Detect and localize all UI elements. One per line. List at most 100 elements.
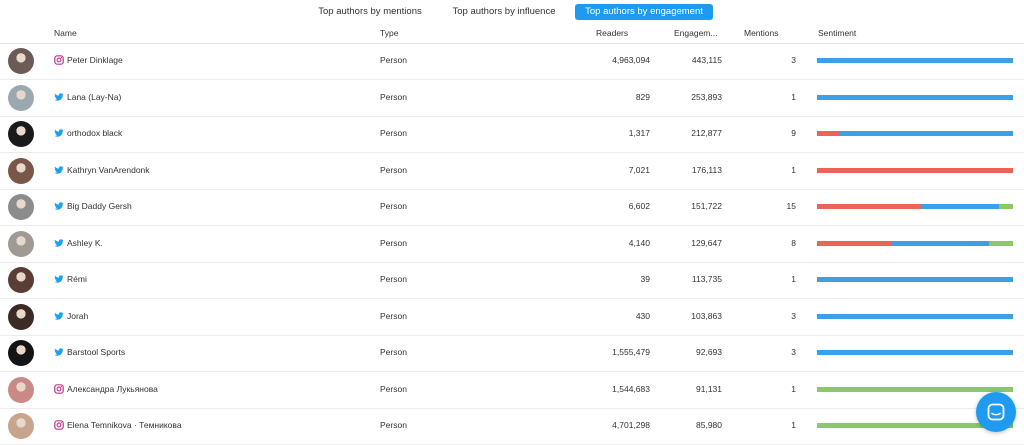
mentions-count: 9: [791, 128, 796, 138]
sentiment-neutral-segment: [817, 313, 1013, 319]
mentions-count: 3: [791, 347, 796, 357]
engagement-count: 113,735: [691, 274, 722, 284]
sentiment-positive-segment: [817, 386, 1013, 392]
table-row[interactable]: Big Daddy Gersh Person 6,602 151,722 15: [0, 189, 1024, 226]
column-header-name[interactable]: Name: [54, 28, 77, 38]
avatar[interactable]: [8, 230, 34, 257]
engagement-count: 91,131: [696, 383, 722, 394]
sentiment-bar[interactable]: [817, 58, 1013, 63]
author-name[interactable]: Александра Лукьянова: [67, 384, 158, 394]
author-type: Person: [380, 128, 407, 138]
author-name[interactable]: Lana (Lay-Na): [67, 92, 121, 102]
table-row[interactable]: Peter Dinklage Person 4,963,094 443,115 3: [0, 43, 1024, 80]
table-row[interactable]: Ashley K. Person 4,140 129,647 8: [0, 226, 1024, 263]
readers-count: 6,602: [628, 201, 650, 211]
author-type: Person: [380, 201, 407, 211]
table-row[interactable]: Александра Лукьянова Person 1,544,683 91,13…: [0, 372, 1024, 409]
engagement-count: 151,722: [691, 201, 722, 211]
instagram-icon: [54, 420, 64, 430]
table-row[interactable]: Jorah Person 430 103,863 3: [0, 299, 1024, 336]
column-header-sentiment[interactable]: Sentiment: [818, 28, 856, 38]
sentiment-negative-segment: [817, 240, 891, 246]
mentions-count: 15: [786, 201, 796, 211]
column-header-mentions[interactable]: Mentions: [744, 28, 779, 38]
author-name[interactable]: Barstool Sports: [67, 347, 125, 357]
sentiment-negative-segment: [817, 131, 839, 136]
readers-count: 39: [640, 274, 650, 284]
column-header-engagement[interactable]: Engagem...: [674, 28, 717, 38]
sentiment-bar[interactable]: [817, 386, 1013, 392]
avatar[interactable]: [8, 413, 34, 439]
avatar[interactable]: [8, 303, 34, 330]
avatar[interactable]: [8, 84, 34, 111]
readers-count: 1,317: [628, 128, 650, 138]
twitter-icon: [54, 348, 64, 356]
avatar[interactable]: [8, 340, 34, 366]
avatar[interactable]: [8, 194, 34, 220]
author-name[interactable]: Big Daddy Gersh: [67, 201, 132, 211]
sentiment-bar[interactable]: [817, 131, 1013, 136]
chat-bubble-icon: [987, 403, 1005, 421]
readers-count: 4,963,094: [612, 55, 650, 65]
sentiment-bar[interactable]: [817, 204, 1013, 209]
mentions-count: 1: [791, 420, 796, 430]
sentiment-bar[interactable]: [817, 94, 1013, 100]
engagement-count: 253,893: [691, 91, 722, 102]
author-type: Person: [380, 310, 407, 321]
avatar[interactable]: [8, 267, 34, 293]
author-name[interactable]: Peter Dinklage: [67, 55, 123, 65]
sentiment-bar[interactable]: [817, 313, 1013, 319]
sentiment-positive-segment: [999, 204, 1013, 209]
author-type: Person: [380, 164, 407, 175]
author-name[interactable]: Elena Temnikova · Темникова: [67, 420, 182, 430]
sentiment-positive-segment: [988, 240, 1013, 246]
table-row[interactable]: Barstool Sports Person 1,555,479 92,693 3: [0, 335, 1024, 372]
tab-top-authors-by-engagement[interactable]: Top authors by engagement: [575, 4, 713, 20]
avatar[interactable]: [8, 121, 34, 147]
author-type: Person: [380, 420, 407, 430]
table-row[interactable]: Kathryn VanArendonk Person 7,021 176,113 1: [0, 153, 1024, 190]
avatar[interactable]: [8, 157, 34, 184]
author-name[interactable]: Jorah: [67, 311, 88, 321]
chat-button[interactable]: [976, 392, 1016, 432]
twitter-icon: [54, 92, 64, 101]
readers-count: 1,544,683: [612, 383, 650, 394]
mentions-count: 1: [791, 274, 796, 284]
twitter-icon: [54, 311, 64, 320]
sentiment-bar[interactable]: [817, 167, 1013, 173]
mentions-count: 1: [791, 164, 796, 175]
sentiment-negative-segment: [817, 204, 921, 209]
author-name[interactable]: Rémi: [67, 274, 87, 284]
table-row[interactable]: orthodox black Person 1,317 212,877 9: [0, 116, 1024, 153]
avatar[interactable]: [8, 376, 34, 403]
sentiment-bar[interactable]: [817, 277, 1013, 282]
table-row[interactable]: Rémi Person 39 113,735 1: [0, 262, 1024, 299]
table-row[interactable]: Lana (Lay-Na) Person 829 253,893 1: [0, 80, 1024, 117]
author-name[interactable]: Kathryn VanArendonk: [67, 165, 150, 175]
mentions-count: 8: [791, 237, 796, 248]
tab-top-authors-by-influence[interactable]: Top authors by influence: [446, 4, 562, 20]
engagement-count: 92,693: [696, 347, 722, 357]
column-header-type[interactable]: Type: [380, 28, 398, 38]
sentiment-neutral-segment: [817, 277, 1013, 282]
mentions-count: 1: [791, 383, 796, 394]
tab-top-authors-by-mentions[interactable]: Top authors by mentions: [312, 4, 428, 20]
mentions-count: 1: [791, 91, 796, 102]
engagement-count: 103,863: [691, 310, 722, 321]
avatar[interactable]: [8, 48, 34, 74]
sentiment-neutral-segment: [817, 350, 1013, 355]
engagement-count: 212,877: [691, 128, 722, 138]
twitter-icon: [54, 165, 64, 174]
author-type: Person: [380, 237, 407, 248]
author-type: Person: [380, 347, 407, 357]
author-name[interactable]: orthodox black: [67, 128, 122, 138]
column-header-readers[interactable]: Readers: [596, 28, 628, 38]
sentiment-bar[interactable]: [817, 350, 1013, 355]
author-type: Person: [380, 383, 407, 394]
twitter-icon: [54, 202, 64, 210]
tab-bar: Top authors by mentions Top authors by i…: [0, 0, 1024, 24]
sentiment-neutral-segment: [838, 131, 1013, 136]
table-row[interactable]: Elena Temnikova · Темникова Person 4,701,2…: [0, 408, 1024, 445]
sentiment-bar[interactable]: [817, 240, 1013, 246]
author-name[interactable]: Ashley K.: [67, 238, 103, 248]
